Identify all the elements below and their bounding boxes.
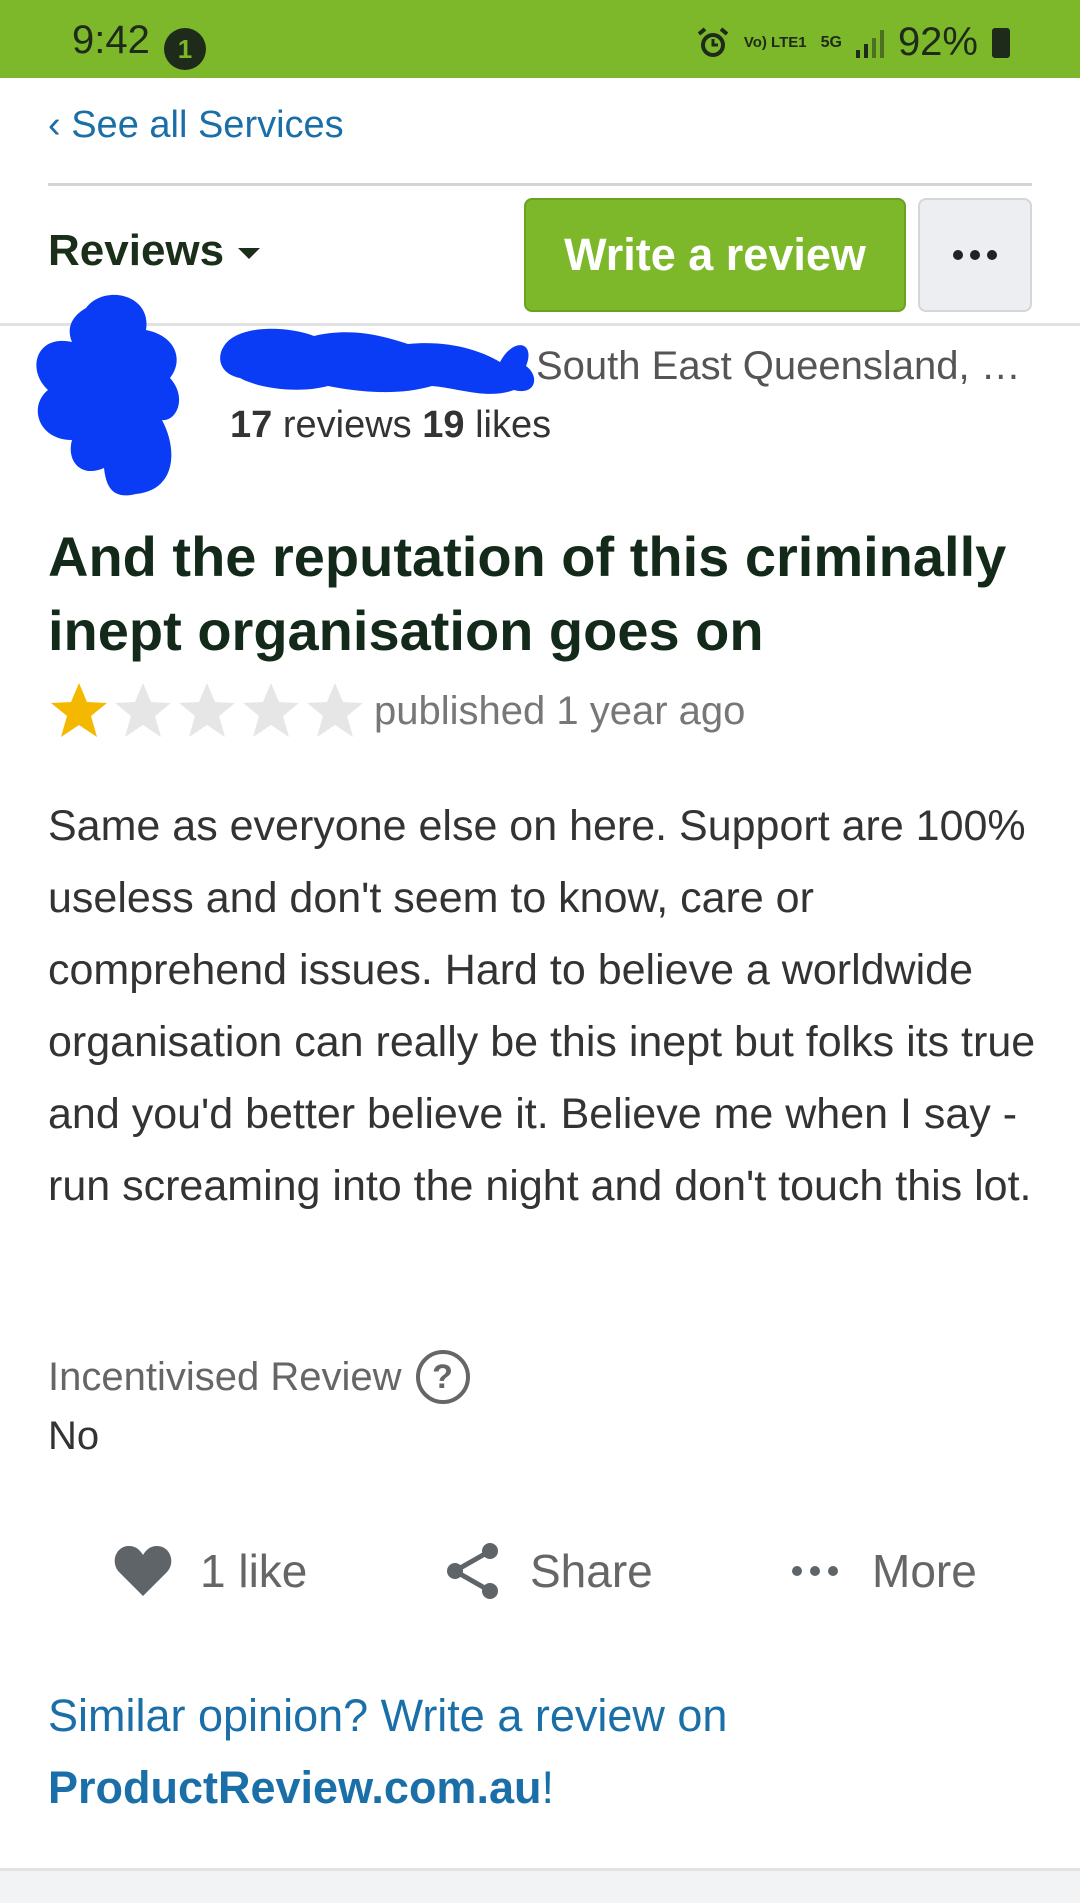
alarm-icon [697,26,729,57]
cta-suffix: ! [541,1762,554,1813]
incentivised-review-text: Incentivised Review [48,1354,402,1399]
reviewer-stats: 17 reviews 19 likes [230,404,551,447]
help-icon[interactable]: ? [415,1350,470,1404]
like-label: 1 like [200,1545,308,1597]
star-empty-icon [179,683,235,737]
write-review-button[interactable]: Write a review [524,198,906,312]
footer-strip [0,1871,1080,1903]
battery-percent: 92% [897,20,978,64]
status-bar: 9:42 1 Vo) LTE1 5G 92% [0,0,1080,78]
star-empty-icon [115,683,171,737]
caret-down-icon [238,247,261,259]
share-button[interactable]: Share [442,1540,653,1602]
status-time: 9:42 [72,18,150,62]
more-button[interactable]: More [784,1540,977,1602]
star-rating [48,680,366,742]
more-label: More [872,1545,977,1597]
cta-text: Similar opinion? Write a review on [48,1690,728,1741]
star-empty-icon [307,683,363,737]
divider [48,183,1032,186]
write-review-cta: Similar opinion? Write a review on Produ… [48,1680,1032,1824]
heart-icon [114,1546,172,1596]
status-icons: Vo) LTE1 5G 92% [696,20,1010,65]
review-actions: 1 like Share More [0,1540,1080,1610]
review-body: Same as everyone else on here. Support a… [48,802,1036,1210]
notification-badge: 1 [164,28,206,70]
incentivised-review-label: Incentivised Review ? [48,1350,470,1404]
ellipsis-icon [953,250,963,260]
share-icon [447,1543,498,1599]
star-filled-icon [51,683,107,737]
volte-indicator: Vo) LTE1 [743,33,807,51]
see-all-services-link[interactable]: ‹ See all Services [48,104,344,147]
likes-count: 19 [422,404,465,446]
likes-count-label: likes [475,404,552,446]
productreview-link[interactable]: ProductReview.com.au [48,1762,541,1813]
review-title: And the reputation of this criminally in… [48,525,1007,662]
share-label: Share [530,1545,653,1597]
more-options-button[interactable] [918,198,1032,312]
reviews-dropdown-label: Reviews [48,226,225,275]
signal-icon [855,28,884,58]
ellipsis-icon [792,1566,838,1576]
reviews-count-label: reviews [282,404,412,446]
network-5g-icon: 5G [820,33,842,51]
reviewer-location: South East Queensland, … [536,344,1021,388]
reviewer-name-redacted[interactable] [218,316,540,408]
reviews-count: 17 [230,404,273,446]
incentivised-review-value: No [48,1414,100,1458]
avatar[interactable] [26,290,206,502]
like-button[interactable]: 1 like [112,1540,307,1602]
reviews-dropdown[interactable]: Reviews [48,226,261,276]
battery-icon [992,27,1010,58]
published-date: published 1 year ago [374,689,746,733]
star-empty-icon [243,683,299,737]
